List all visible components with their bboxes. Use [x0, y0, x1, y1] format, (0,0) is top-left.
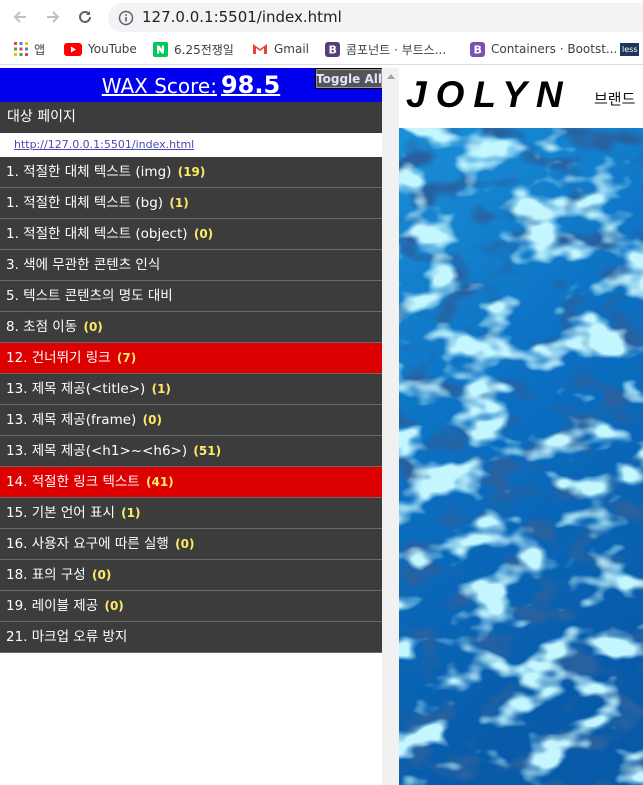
check-item[interactable]: 19. 레이블 제공 (0) — [0, 591, 382, 622]
reload-button[interactable] — [74, 6, 96, 28]
page-preview: JOLYN 브랜드 — [399, 68, 643, 785]
bookmarks-bar: 앱 YouTube 6.25전쟁일 Gmail B 콤포넌트 · 부트스... … — [0, 34, 643, 65]
check-item[interactable]: 21. 마크업 오류 방지 — [0, 622, 382, 653]
bootstrap-icon: B — [470, 41, 485, 57]
check-item-label: 5. 텍스트 콘텐츠의 명도 대비 — [6, 288, 173, 304]
info-icon[interactable] — [118, 10, 134, 26]
check-item-list: 1. 적절한 대체 텍스트 (img) (19) 1. 적절한 대체 텍스트 (b… — [0, 157, 382, 653]
bookmark-gmail[interactable]: Gmail — [252, 39, 309, 59]
check-item-label: 1. 적절한 대체 텍스트 (object) — [6, 226, 188, 242]
target-page-heading: 대상 페이지 — [0, 102, 382, 133]
check-item-count: (7) — [116, 351, 137, 365]
less-icon: less — [620, 42, 640, 56]
wax-score-value: 98.5 — [220, 71, 281, 99]
check-item-label: 16. 사용자 요구에 따른 실행 — [6, 536, 169, 552]
target-url-row: http://127.0.0.1:5501/index.html — [0, 133, 382, 157]
url-text[interactable]: 127.0.0.1:5501/index.html — [142, 8, 342, 26]
check-item-count: (1) — [169, 196, 189, 210]
target-url-link[interactable]: http://127.0.0.1:5501/index.html — [14, 138, 194, 151]
back-button[interactable] — [9, 6, 31, 28]
check-item[interactable]: 15. 기본 언어 표시 (1) — [0, 498, 382, 529]
apps-grid-icon — [14, 42, 28, 56]
check-item-label: 1. 적절한 대체 텍스트 (img) — [6, 164, 172, 180]
toggle-all-button[interactable]: Toggle All — [315, 68, 383, 89]
bookmark-label: 콤포넌트 · 부트스... — [346, 42, 447, 57]
check-item[interactable]: 13. 제목 제공(<h1>~<h6>) (51) — [0, 436, 382, 467]
check-item[interactable]: 3. 색에 무관한 콘텐츠 인식 — [0, 250, 382, 281]
check-item[interactable]: 16. 사용자 요구에 따른 실행 (0) — [0, 529, 382, 560]
check-item-label: 18. 표의 구성 — [6, 567, 86, 583]
check-item[interactable]: 13. 제목 제공(frame) (0) — [0, 405, 382, 436]
panel-scrollbar[interactable] — [382, 68, 399, 785]
wax-panel: WAX Score: 98.5 Toggle All 대상 페이지 http://… — [0, 68, 383, 785]
youtube-icon — [64, 42, 82, 56]
check-item-count: (1) — [121, 506, 141, 520]
bookmark-apps[interactable]: 앱 — [14, 39, 45, 59]
bookmark-label: Gmail — [274, 42, 310, 56]
check-item[interactable]: 18. 표의 구성 (0) — [0, 560, 382, 591]
browser-toolbar: 127.0.0.1:5501/index.html — [0, 0, 643, 34]
check-item-label: 3. 색에 무관한 콘텐츠 인식 — [6, 257, 161, 273]
gmail-icon — [253, 44, 267, 54]
check-item[interactable]: 13. 제목 제공(<title>) (1) — [0, 374, 382, 405]
check-item-count: (0) — [92, 568, 112, 582]
brand-logo[interactable]: JOLYN — [406, 74, 572, 116]
bootstrap-icon: B — [325, 41, 340, 57]
bookmark-label: Containers · Bootst... — [491, 42, 618, 56]
bookmark-youtube[interactable]: YouTube — [64, 39, 137, 59]
check-item-count: (0) — [175, 537, 195, 551]
arrow-right-icon — [47, 11, 60, 23]
bookmark-bootstrap-containers[interactable]: B Containers · Bootst... — [470, 39, 617, 59]
check-item-label: 21. 마크업 오류 방지 — [6, 629, 128, 645]
check-item-label: 8. 초점 이동 — [6, 319, 78, 335]
bookmark-label: YouTube — [88, 42, 137, 56]
check-item[interactable]: 1. 적절한 대체 텍스트 (bg) (1) — [0, 188, 382, 219]
check-item-count: (0) — [193, 227, 214, 241]
bookmark-label: 앱 — [34, 42, 46, 57]
bookmark-label: 6.25전쟁일 — [174, 42, 234, 57]
forward-button[interactable] — [42, 6, 64, 28]
check-item-count: (0) — [142, 413, 162, 427]
reload-icon — [79, 10, 91, 23]
check-item-label: 15. 기본 언어 표시 — [6, 505, 115, 521]
wax-score-label: WAX Score: — [101, 74, 217, 98]
bookmark-naver[interactable]: 6.25전쟁일 — [153, 39, 234, 59]
wax-header: WAX Score: 98.5 Toggle All — [0, 68, 383, 102]
check-item-label: 12. 건너뛰기 링크 — [6, 350, 111, 366]
nav-link-brand[interactable]: 브랜드 — [594, 88, 635, 109]
check-item-label: 13. 제목 제공(<h1>~<h6>) — [6, 443, 188, 459]
check-item-count: (51) — [193, 444, 222, 458]
water-texture-image — [399, 128, 643, 785]
svg-text:B: B — [474, 43, 482, 56]
bookmark-bootstrap-components[interactable]: B 콤포넌트 · 부트스... — [325, 39, 446, 59]
check-item-count: (19) — [177, 165, 206, 179]
naver-icon — [153, 41, 168, 57]
check-item[interactable]: 1. 적절한 대체 텍스트 (img) (19) — [0, 157, 382, 188]
check-item[interactable]: 1. 적절한 대체 텍스트 (object) (0) — [0, 219, 382, 250]
check-item-label: 1. 적절한 대체 텍스트 (bg) — [6, 195, 164, 211]
svg-text:B: B — [329, 43, 337, 56]
check-item-label: 13. 제목 제공(frame) — [6, 412, 137, 428]
bookmark-less[interactable]: less — [620, 39, 640, 59]
check-item[interactable]: 12. 건너뛰기 링크 (7) — [0, 343, 382, 374]
check-item-label: 13. 제목 제공(<title>) — [6, 381, 146, 397]
check-item-label: 14. 적절한 링크 텍스트 — [6, 474, 140, 490]
check-item-count: (0) — [83, 320, 103, 334]
check-item-count: (1) — [151, 382, 171, 396]
check-item-label: 19. 레이블 제공 — [6, 598, 99, 614]
check-item[interactable]: 8. 초점 이동 (0) — [0, 312, 382, 343]
check-item[interactable]: 5. 텍스트 콘텐츠의 명도 대비 — [0, 281, 382, 312]
check-item-count: (41) — [146, 475, 174, 489]
check-item-count: (0) — [104, 599, 124, 613]
arrow-left-icon — [13, 11, 26, 23]
hero-water-image — [399, 128, 643, 785]
address-bar[interactable]: 127.0.0.1:5501/index.html — [108, 3, 643, 32]
scroll-up-arrow-icon[interactable] — [387, 74, 395, 79]
check-item[interactable]: 14. 적절한 링크 텍스트 (41) — [0, 467, 382, 498]
